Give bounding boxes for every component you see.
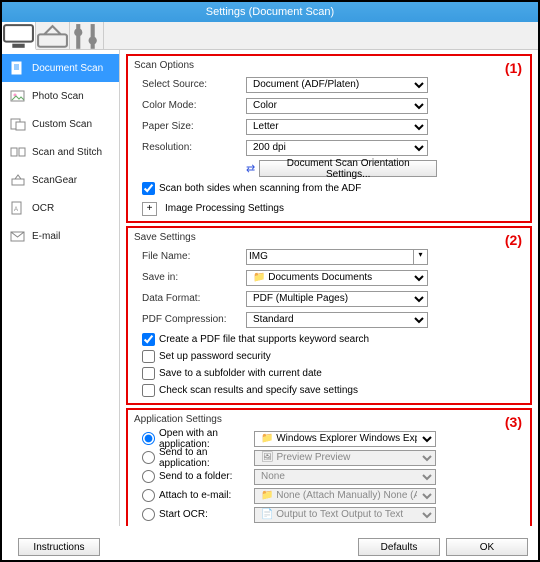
- sidebar-item-label: ScanGear: [32, 175, 77, 186]
- file-name-label: File Name:: [134, 251, 246, 262]
- send-to-folder-dropdown[interactable]: None: [254, 469, 436, 485]
- scan-options-title: Scan Options: [134, 60, 524, 71]
- attach-email-dropdown[interactable]: 📁 None (Attach Manually) None (Attach Ma…: [254, 488, 436, 504]
- footer: Instructions Defaults OK: [2, 538, 538, 556]
- pdf-compression-dropdown[interactable]: Standard: [246, 312, 428, 328]
- section-save-settings: (2) Save Settings File Name:▾ Save in:📁 …: [126, 226, 532, 405]
- section-app-settings: (3) Application Settings Open with an ap…: [126, 408, 532, 526]
- check-results-checkbox[interactable]: [142, 384, 155, 397]
- sidebar-item-label: Document Scan: [32, 63, 103, 74]
- keyword-search-label: Create a PDF file that supports keyword …: [159, 334, 369, 345]
- attach-email-label: Attach to e-mail:: [159, 490, 231, 501]
- sidebar-item-scan-stitch[interactable]: Scan and Stitch: [2, 138, 119, 166]
- keyword-search-checkbox[interactable]: [142, 333, 155, 346]
- sidebar-item-label: Scan and Stitch: [32, 147, 102, 158]
- send-to-folder-label: Send to a folder:: [159, 471, 232, 482]
- select-source-label: Select Source:: [134, 79, 246, 90]
- save-in-dropdown[interactable]: 📁 Documents Documents: [246, 270, 428, 286]
- section-marker-2: (2): [505, 232, 522, 248]
- sidebar-item-custom-scan[interactable]: Custom Scan: [2, 110, 119, 138]
- both-sides-label: Scan both sides when scanning from the A…: [159, 183, 361, 194]
- start-ocr-label: Start OCR:: [159, 509, 208, 520]
- section-marker-1: (1): [505, 60, 522, 76]
- data-format-dropdown[interactable]: PDF (Multiple Pages): [246, 291, 428, 307]
- sidebar-item-scangear[interactable]: ScanGear: [2, 166, 119, 194]
- pdf-compression-label: PDF Compression:: [134, 314, 246, 325]
- sidebar: Document Scan Photo Scan Custom Scan Sca…: [2, 50, 120, 526]
- app-settings-title: Application Settings: [134, 414, 524, 425]
- send-to-app-label: Send to an application:: [159, 447, 254, 469]
- paper-size-dropdown[interactable]: Letter: [246, 119, 428, 135]
- select-source-dropdown[interactable]: Document (ADF/Platen): [246, 77, 428, 93]
- both-sides-checkbox[interactable]: [142, 182, 155, 195]
- send-to-app-dropdown[interactable]: 🖼 Preview Preview: [254, 450, 436, 466]
- color-mode-label: Color Mode:: [134, 100, 246, 111]
- send-to-app-radio[interactable]: [142, 451, 155, 464]
- section-marker-3: (3): [505, 414, 522, 430]
- section-scan-options: (1) Scan Options Select Source:Document …: [126, 54, 532, 223]
- open-with-dropdown[interactable]: 📁 Windows Explorer Windows Explorer: [254, 431, 436, 447]
- start-ocr-dropdown[interactable]: 📄 Output to Text Output to Text: [254, 507, 436, 523]
- password-security-label: Set up password security: [159, 351, 271, 362]
- save-settings-title: Save Settings: [134, 232, 524, 243]
- start-ocr-radio[interactable]: [142, 508, 155, 521]
- attach-email-radio[interactable]: [142, 489, 155, 502]
- expand-image-processing-button[interactable]: +: [142, 202, 157, 216]
- tab-scan-from-panel[interactable]: [36, 22, 70, 50]
- sidebar-item-label: Photo Scan: [32, 91, 84, 102]
- resolution-label: Resolution:: [134, 142, 246, 153]
- toolbar: [2, 22, 538, 50]
- password-security-checkbox[interactable]: [142, 350, 155, 363]
- sidebar-item-email[interactable]: E-mail: [2, 222, 119, 250]
- sidebar-item-label: OCR: [32, 203, 54, 214]
- tab-scan-from-computer[interactable]: [2, 22, 36, 50]
- save-in-label: Save in:: [134, 272, 246, 283]
- open-with-radio[interactable]: [142, 432, 155, 445]
- sidebar-item-document-scan[interactable]: Document Scan: [2, 54, 119, 82]
- orientation-settings-button[interactable]: Document Scan Orientation Settings...: [259, 160, 437, 177]
- data-format-label: Data Format:: [134, 293, 246, 304]
- ok-button[interactable]: OK: [446, 538, 528, 556]
- sidebar-item-label: Custom Scan: [32, 119, 92, 130]
- sidebar-item-photo-scan[interactable]: Photo Scan: [2, 82, 119, 110]
- send-to-folder-radio[interactable]: [142, 470, 155, 483]
- image-processing-label: Image Processing Settings: [165, 203, 284, 214]
- sidebar-item-ocr[interactable]: A OCR: [2, 194, 119, 222]
- svg-text:A: A: [14, 207, 18, 213]
- content-area: (1) Scan Options Select Source:Document …: [120, 50, 538, 526]
- color-mode-dropdown[interactable]: Color: [246, 98, 428, 114]
- tab-general-settings[interactable]: [70, 22, 104, 50]
- defaults-button[interactable]: Defaults: [358, 538, 440, 556]
- sidebar-item-label: E-mail: [32, 231, 60, 242]
- paper-size-label: Paper Size:: [134, 121, 246, 132]
- instructions-button[interactable]: Instructions: [18, 538, 100, 556]
- subfolder-date-label: Save to a subfolder with current date: [159, 368, 322, 379]
- file-name-input[interactable]: [246, 249, 414, 265]
- orientation-swap-icon[interactable]: ⇄: [246, 162, 255, 175]
- subfolder-date-checkbox[interactable]: [142, 367, 155, 380]
- resolution-dropdown[interactable]: 200 dpi: [246, 140, 428, 156]
- check-results-label: Check scan results and specify save sett…: [159, 385, 358, 396]
- window-title: Settings (Document Scan): [2, 2, 538, 22]
